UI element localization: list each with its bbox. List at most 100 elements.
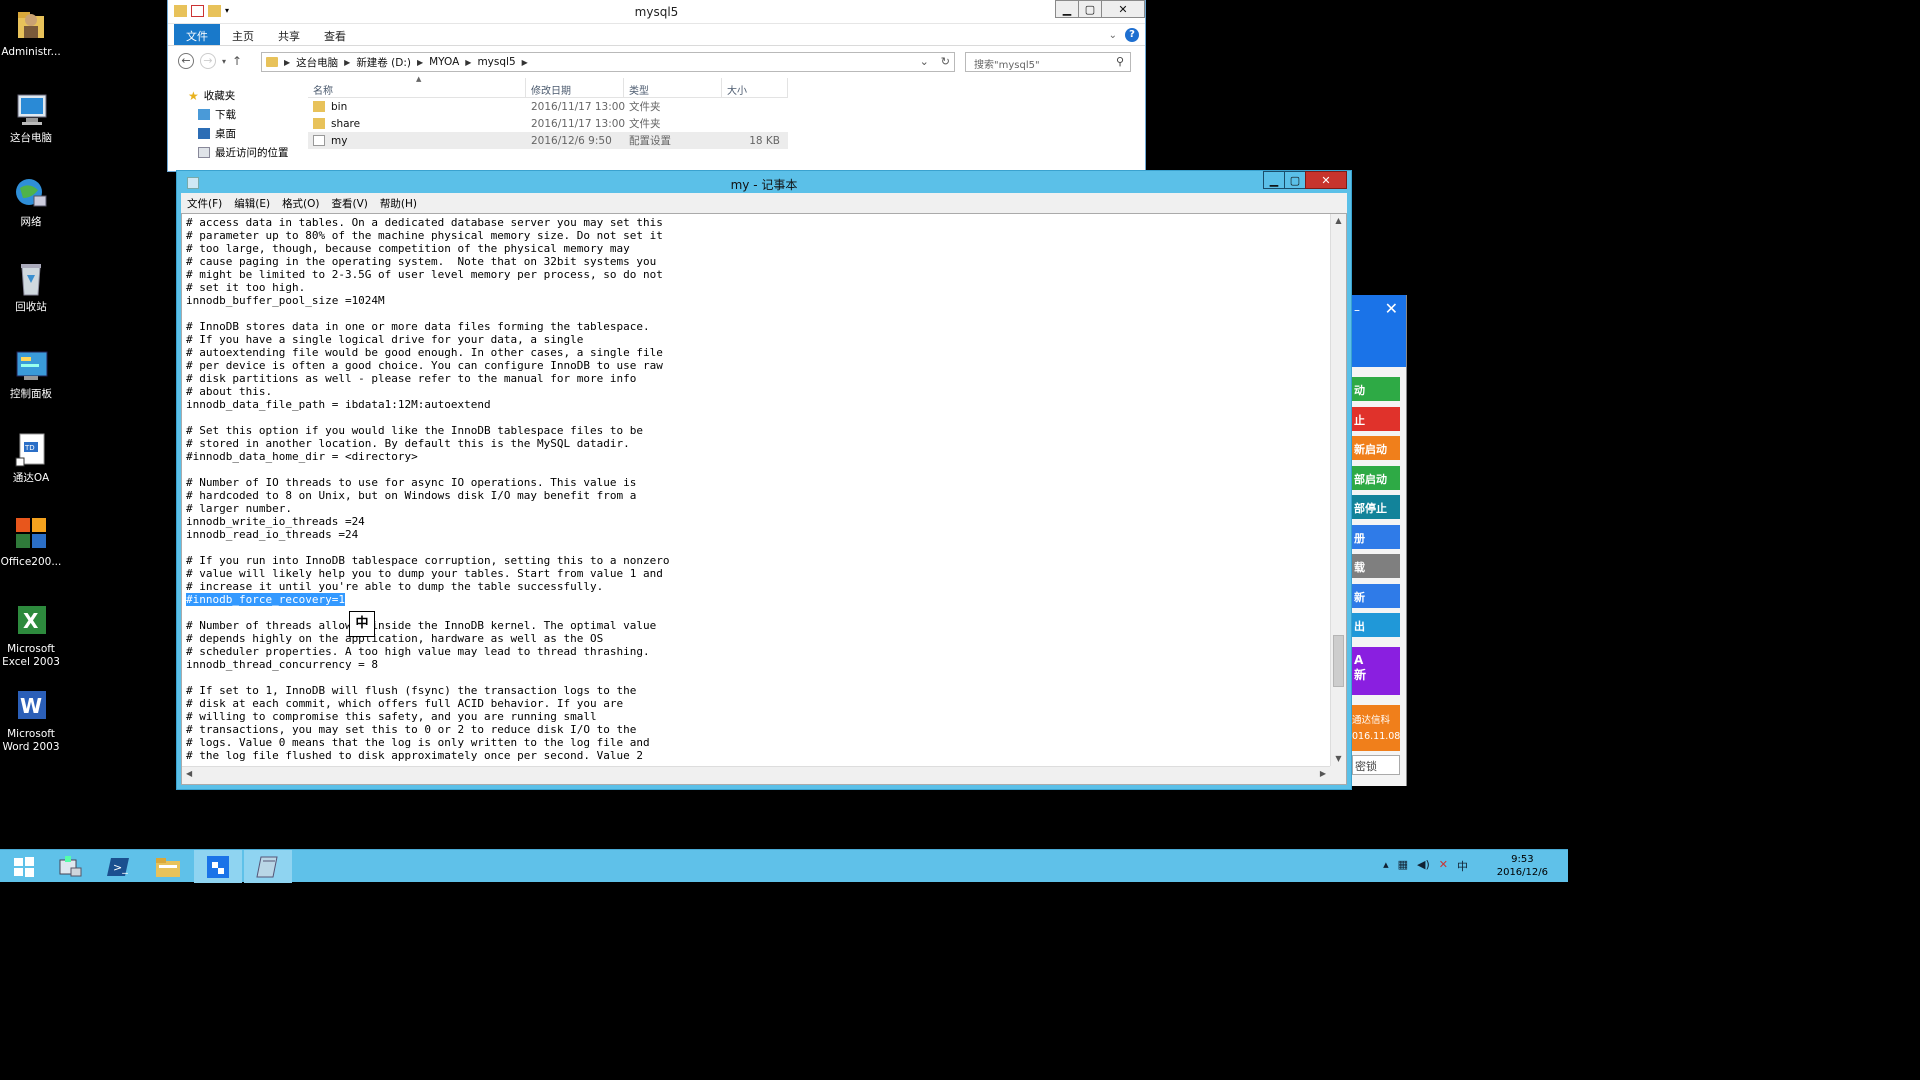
lock-field[interactable]: 密锁: [1352, 755, 1400, 775]
close-icon[interactable]: ✕: [1385, 299, 1398, 318]
panel-button[interactable]: 册: [1352, 524, 1400, 549]
taskbar-powershell[interactable]: >_: [94, 850, 142, 883]
taskbar-server-manager[interactable]: [46, 850, 94, 883]
tab-file[interactable]: 文件: [174, 24, 220, 45]
volume-icon[interactable]: ◀): [1417, 858, 1430, 874]
column-size[interactable]: 大小: [722, 78, 788, 97]
scroll-up-icon[interactable]: ▲: [1331, 214, 1346, 228]
scroll-thumb[interactable]: [1333, 635, 1344, 687]
horizontal-scrollbar[interactable]: ◀ ▶: [182, 766, 1330, 784]
maximize-button[interactable]: ▢: [1078, 0, 1102, 18]
explorer-titlebar[interactable]: ▾ mysql5 ▁ ▢ ✕: [168, 0, 1145, 24]
chevron-right-icon[interactable]: ▶: [344, 58, 350, 67]
taskbar-file-explorer[interactable]: [144, 850, 192, 883]
nav-item-downloads[interactable]: 下载: [188, 105, 308, 124]
chevron-right-icon[interactable]: ▶: [522, 58, 528, 67]
scroll-left-icon[interactable]: ◀: [186, 769, 192, 778]
desktop-icon-network[interactable]: 网络: [0, 176, 62, 229]
close-button[interactable]: ✕: [1305, 171, 1347, 189]
file-row[interactable]: bin 2016/11/17 13:00 文件夹: [308, 98, 788, 115]
notepad-window[interactable]: my - 记事本 ▁ ▢ ✕ 文件(F) 编辑(E) 格式(O) 查看(V) 帮…: [176, 170, 1352, 790]
purple-button-line2: 新: [1354, 668, 1367, 682]
panel-button[interactable]: 部停止: [1352, 495, 1400, 519]
desktop-icon-excel[interactable]: X Microsoft Excel 2003: [0, 603, 62, 669]
desktop-icon-word[interactable]: W Microsoft Word 2003: [0, 688, 62, 754]
star-icon: ★: [188, 88, 199, 103]
explorer-window[interactable]: ▾ mysql5 ▁ ▢ ✕ 文件 主页 共享 查看 ⌄ ? ← → ▾ ↑ ▶…: [167, 0, 1146, 172]
column-type[interactable]: 类型: [624, 78, 722, 97]
minimize-icon[interactable]: –: [1354, 303, 1360, 317]
panel-button[interactable]: 新启动: [1352, 436, 1400, 460]
column-date[interactable]: 修改日期: [526, 78, 624, 97]
nav-item-recent[interactable]: 最近访问的位置: [188, 143, 308, 162]
desktop-icon-office[interactable]: Office200...: [0, 516, 62, 569]
vertical-scrollbar[interactable]: ▲ ▼: [1330, 214, 1346, 766]
nav-item-desktop[interactable]: 桌面: [188, 124, 308, 143]
up-button[interactable]: ↑: [232, 54, 242, 68]
text-content[interactable]: # access data in tables. On a dedicated …: [186, 216, 1326, 764]
notepad-titlebar[interactable]: my - 记事本 ▁ ▢ ✕: [177, 171, 1351, 193]
breadcrumb-item[interactable]: mysql5: [477, 56, 515, 68]
tab-home[interactable]: 主页: [220, 24, 266, 45]
desktop-icon-recycle-bin[interactable]: 回收站: [0, 261, 62, 314]
file-row-selected[interactable]: my 2016/12/6 9:50 配置设置 18 KB: [308, 132, 788, 149]
selected-line[interactable]: #innodb_force_recovery=1: [186, 593, 1326, 606]
menu-file[interactable]: 文件(F): [187, 196, 222, 211]
address-bar[interactable]: ▶ 这台电脑 ▶ 新建卷 (D:) ▶ MYOA ▶ mysql5 ▶ ⌄ ↻: [261, 52, 955, 72]
text-line: # Set this option if you would like the …: [186, 424, 643, 437]
ime-tray[interactable]: 中: [1457, 858, 1468, 874]
taskbar-notepad[interactable]: [244, 850, 292, 883]
taskbar-service-app[interactable]: [194, 850, 242, 883]
forward-button[interactable]: →: [200, 53, 216, 69]
desktop-icon-administrator[interactable]: Administr...: [0, 6, 62, 59]
minimize-button[interactable]: ▁: [1055, 0, 1079, 18]
text-line: # access data in tables. On a dedicated …: [186, 216, 663, 229]
tray-overflow-icon[interactable]: ▴: [1383, 858, 1389, 874]
panel-button[interactable]: 动: [1352, 377, 1400, 401]
desktop-icon-label: 这台电脑: [10, 132, 52, 144]
breadcrumb-item[interactable]: 这台电脑: [296, 55, 338, 70]
menu-view[interactable]: 查看(V): [332, 196, 368, 211]
text-editor[interactable]: # access data in tables. On a dedicated …: [181, 213, 1347, 785]
breadcrumb-item[interactable]: 新建卷 (D:): [356, 55, 411, 70]
tab-view[interactable]: 查看: [312, 24, 358, 45]
panel-button[interactable]: 止: [1352, 406, 1400, 431]
panel-button[interactable]: 新: [1352, 583, 1400, 608]
purple-button[interactable]: A 新: [1352, 647, 1400, 695]
recent-chevron-icon[interactable]: ▾: [222, 57, 226, 66]
text-line: # per device is often a good choice. You…: [186, 359, 663, 372]
chevron-down-icon[interactable]: ⌄: [1109, 30, 1117, 41]
search-icon[interactable]: ⚲: [1116, 55, 1124, 68]
menu-edit[interactable]: 编辑(E): [234, 196, 270, 211]
search-input[interactable]: 搜索"mysql5" ⚲: [965, 52, 1131, 72]
nav-favorites[interactable]: ★ 收藏夹: [188, 86, 308, 105]
breadcrumb-item[interactable]: MYOA: [429, 56, 459, 68]
panel-button[interactable]: 部启动: [1352, 465, 1400, 490]
start-button[interactable]: [0, 850, 48, 883]
maximize-button[interactable]: ▢: [1284, 171, 1306, 189]
scroll-down-icon[interactable]: ▼: [1331, 752, 1346, 766]
panel-button[interactable]: 载: [1352, 554, 1400, 578]
panel-button[interactable]: 出: [1352, 613, 1400, 637]
chevron-right-icon[interactable]: ▶: [284, 58, 290, 67]
tab-share[interactable]: 共享: [266, 24, 312, 45]
desktop-icon-control-panel[interactable]: 控制面板: [0, 348, 62, 401]
refresh-icon[interactable]: ↻: [941, 55, 950, 68]
network-tray-icon[interactable]: ▦: [1398, 858, 1408, 874]
security-tray-icon[interactable]: ✕: [1439, 858, 1448, 874]
back-button[interactable]: ←: [178, 53, 194, 69]
menu-format[interactable]: 格式(O): [282, 196, 319, 211]
help-icon[interactable]: ?: [1125, 28, 1139, 42]
scroll-right-icon[interactable]: ▶: [1320, 769, 1326, 778]
file-row[interactable]: share 2016/11/17 13:00 文件夹: [308, 115, 788, 132]
chevron-down-icon[interactable]: ⌄: [920, 55, 929, 68]
chevron-right-icon[interactable]: ▶: [417, 58, 423, 67]
minimize-button[interactable]: ▁: [1263, 171, 1285, 189]
menu-help[interactable]: 帮助(H): [380, 196, 417, 211]
desktop-icon-this-pc[interactable]: 这台电脑: [0, 92, 62, 145]
clock[interactable]: 9:53 2016/12/6: [1497, 853, 1548, 879]
close-button[interactable]: ✕: [1101, 0, 1145, 18]
desktop-icon-tongda-oa[interactable]: TD 通达OA: [0, 432, 62, 485]
text-line: #innodb_data_home_dir = <directory>: [186, 450, 418, 463]
chevron-right-icon[interactable]: ▶: [465, 58, 471, 67]
